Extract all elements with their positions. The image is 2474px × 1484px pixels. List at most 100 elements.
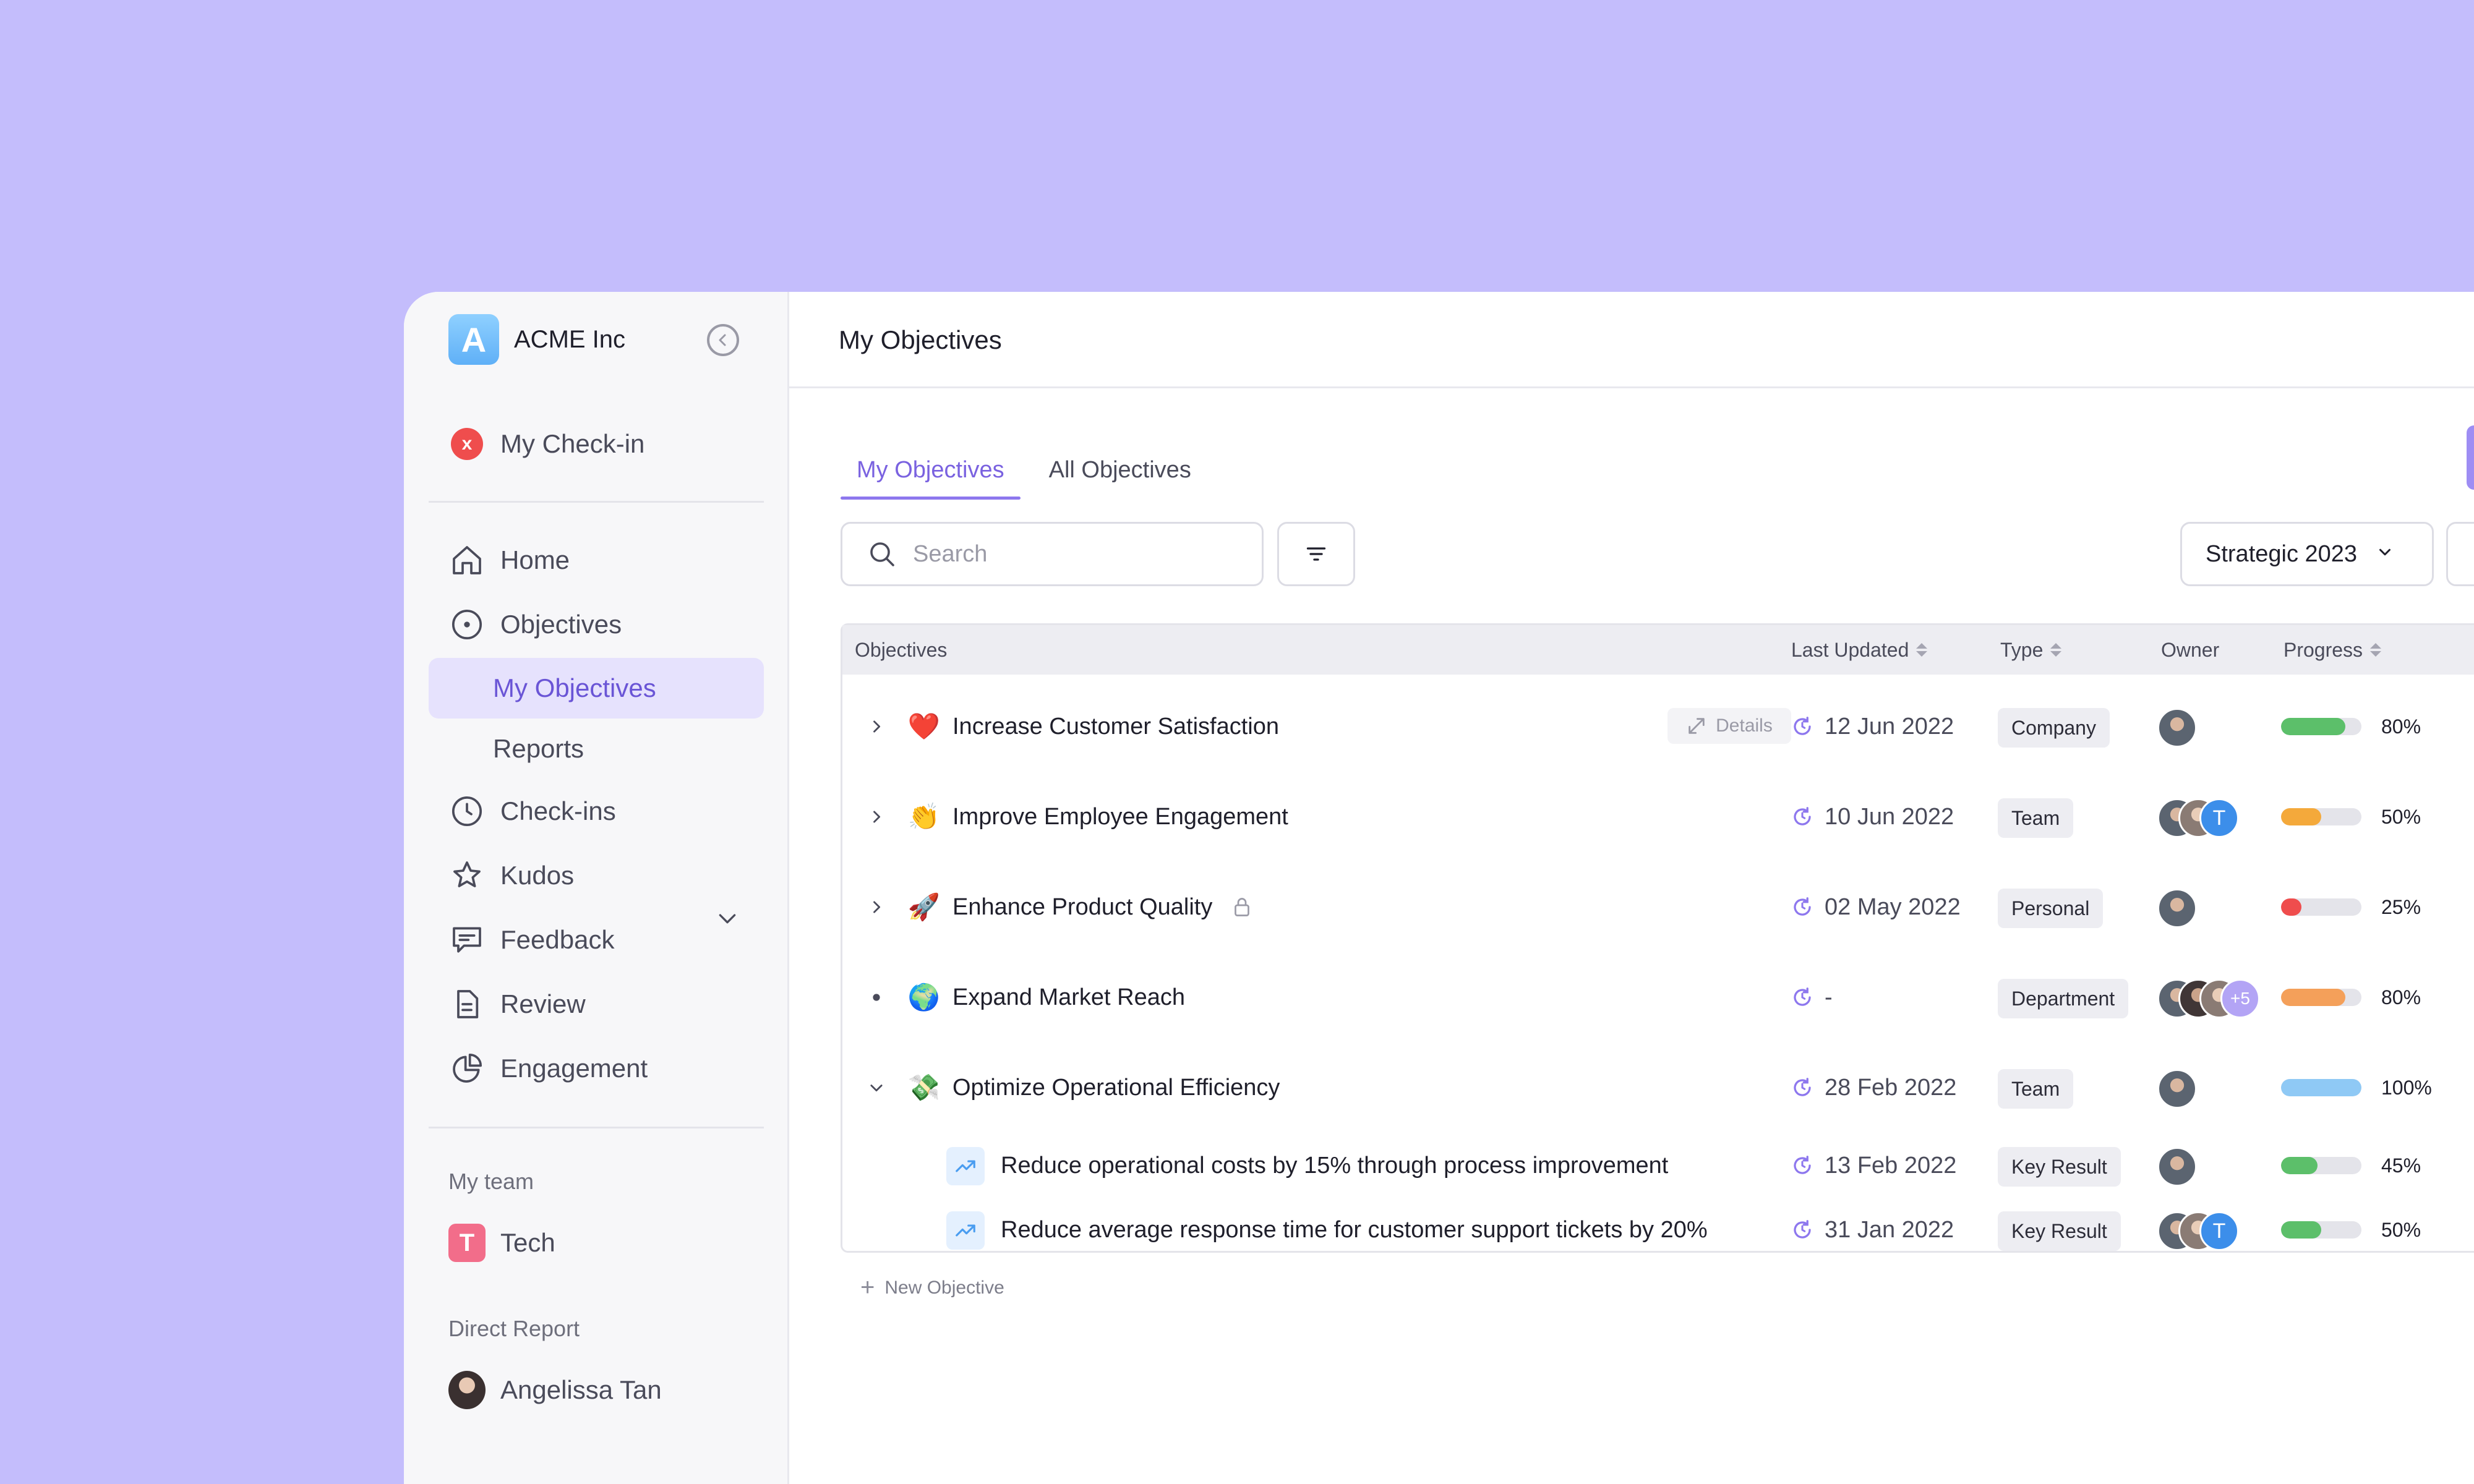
direct-report-heading: Direct Report (448, 1316, 580, 1341)
details-button[interactable]: Details (1667, 708, 1791, 744)
objective-tabs: My Objectives All Objectives (841, 440, 1220, 500)
sidebar-item-checkins[interactable]: Check-ins (448, 787, 616, 836)
progress: 50% (2281, 786, 2437, 848)
sidebar-item-objectives[interactable]: Objectives (448, 600, 622, 649)
toolbar-extra-button[interactable] (2446, 522, 2474, 586)
new-objective-button[interactable]: + New Objective (860, 1274, 1004, 1302)
owner-avatars[interactable]: +5 (2157, 979, 2260, 1018)
sidebar-item-engagement[interactable]: Engagement (448, 1044, 648, 1093)
tab-my-objectives[interactable]: My Objectives (841, 440, 1021, 500)
team-badge: T (448, 1224, 486, 1262)
type-badge: Department (1998, 979, 2129, 1018)
owner-avatars[interactable]: T (2157, 1211, 2239, 1251)
progress-bar-fill (2281, 1157, 2318, 1174)
chat-icon (448, 921, 486, 958)
progress-percent: 80% (2381, 986, 2421, 1009)
page-title: My Objectives (839, 325, 1002, 354)
sidebar-subitem-reports[interactable]: Reports (429, 719, 764, 779)
sidebar-item-feedback[interactable]: Feedback (448, 915, 614, 965)
table-row[interactable]: 🌍 Expand Market Reach - Department +5 80… (842, 966, 2474, 1028)
column-objectives: Objectives (855, 638, 948, 661)
sidebar-item-label: Tech (500, 1228, 555, 1257)
expand-row-button[interactable] (861, 892, 892, 923)
brand[interactable]: A ACME Inc (448, 314, 625, 365)
column-progress[interactable]: Progress (2284, 625, 2382, 675)
objective-name[interactable]: Increase Customer Satisfaction (952, 696, 1279, 757)
star-icon (448, 857, 486, 894)
progress: 100% (2281, 1057, 2437, 1119)
sidebar-item-label: Angelissa Tan (500, 1375, 662, 1404)
collapse-sidebar-button[interactable] (707, 324, 739, 356)
owner-avatars[interactable] (2157, 708, 2197, 748)
progress-percent: 25% (2381, 895, 2421, 918)
history-icon (1791, 896, 1813, 918)
objective-name[interactable]: Enhance Product Quality (952, 876, 1253, 938)
key-result-row[interactable]: Reduce average response time for custome… (842, 1199, 2474, 1261)
owner-avatars[interactable] (2157, 1069, 2197, 1109)
objective-name[interactable]: Expand Market Reach (952, 966, 1185, 1028)
search-box[interactable] (841, 522, 1264, 586)
brand-logo: A (448, 314, 499, 365)
sidebar-item-review[interactable]: Review (448, 979, 586, 1029)
owner-avatars[interactable]: T (2157, 798, 2239, 838)
clapping-hands-emoji-icon: 👏 (907, 802, 941, 831)
table-row[interactable]: 💸 Optimize Operational Efficiency 28 Feb… (842, 1057, 2474, 1119)
tab-all-objectives[interactable]: All Objectives (1033, 440, 1207, 500)
sidebar-item-label: Check-ins (500, 796, 616, 825)
avatar (2157, 1147, 2197, 1187)
sidebar-item-direct-report[interactable]: Angelissa Tan (448, 1365, 662, 1415)
filter-button[interactable] (1277, 522, 1355, 586)
plus-icon: + (860, 1274, 875, 1301)
last-updated: 02 May 2022 (1791, 876, 1961, 938)
type-badge: Team (1998, 1069, 2074, 1109)
progress: 50% (2281, 1199, 2437, 1261)
search-input[interactable] (913, 540, 1235, 568)
expand-arrows-icon (1689, 718, 1705, 734)
history-icon (1791, 986, 1813, 1009)
expand-row-button[interactable] (861, 711, 892, 742)
history-icon (1791, 806, 1813, 828)
owner-avatars[interactable] (2157, 1147, 2197, 1187)
key-result-name[interactable]: Reduce average response time for custome… (1001, 1199, 1708, 1261)
checkin-status-icon: x (448, 425, 486, 463)
primary-action-button[interactable] (2467, 425, 2474, 490)
key-result-row[interactable]: Reduce operational costs by 15% through … (842, 1135, 2474, 1196)
brand-name: ACME Inc (514, 325, 626, 353)
chevron-right-icon (873, 901, 881, 913)
new-objective-label: New Objective (884, 1277, 1004, 1298)
objective-name[interactable]: Improve Employee Engagement (952, 786, 1288, 848)
top-bar: My Objectives (789, 292, 2474, 388)
table-row[interactable]: ❤️ Increase Customer Satisfaction Detail… (842, 696, 2474, 757)
objectives-expand-toggle[interactable] (712, 903, 743, 934)
expand-row-button[interactable] (861, 801, 892, 832)
sidebar-subitem-my-objectives[interactable]: My Objectives (429, 658, 764, 719)
sidebar-item-label: Objectives (500, 610, 622, 639)
table-row[interactable]: 👏 Improve Employee Engagement 10 Jun 202… (842, 786, 2474, 848)
avatar: T (2199, 798, 2239, 838)
sidebar-item-team-tech[interactable]: T Tech (448, 1218, 555, 1268)
table-row[interactable]: 🚀 Enhance Product Quality 02 May 2022 Pe… (842, 876, 2474, 938)
type-badge: Team (1998, 798, 2074, 838)
last-updated: - (1791, 966, 1833, 1028)
collapse-row-button[interactable] (861, 1072, 892, 1103)
progress: 45% (2281, 1135, 2437, 1196)
search-icon (870, 542, 894, 566)
column-type[interactable]: Type (2000, 625, 2062, 675)
key-result-name[interactable]: Reduce operational costs by 15% through … (1001, 1135, 1668, 1196)
progress-percent: 80% (2381, 715, 2421, 738)
progress-percent: 50% (2381, 805, 2421, 828)
objective-name[interactable]: Optimize Operational Efficiency (952, 1057, 1280, 1119)
owner-avatars[interactable] (2157, 889, 2197, 928)
pie-chart-icon (448, 1050, 486, 1087)
sidebar-item-label: Feedback (500, 925, 615, 954)
sort-icon (2050, 643, 2062, 657)
sidebar-item-kudos[interactable]: Kudos (448, 851, 574, 900)
more-owners-badge: +5 (2220, 979, 2260, 1018)
period-select-value: Strategic 2023 (2206, 540, 2358, 567)
rocket-emoji-icon: 🚀 (907, 892, 941, 921)
sidebar-item-my-checkin[interactable]: x My Check-in (448, 419, 644, 469)
sidebar-item-home[interactable]: Home (448, 535, 570, 585)
column-last-updated[interactable]: Last Updated (1791, 625, 1928, 675)
period-select[interactable]: Strategic 2023 (2180, 522, 2434, 586)
avatar (448, 1371, 486, 1409)
